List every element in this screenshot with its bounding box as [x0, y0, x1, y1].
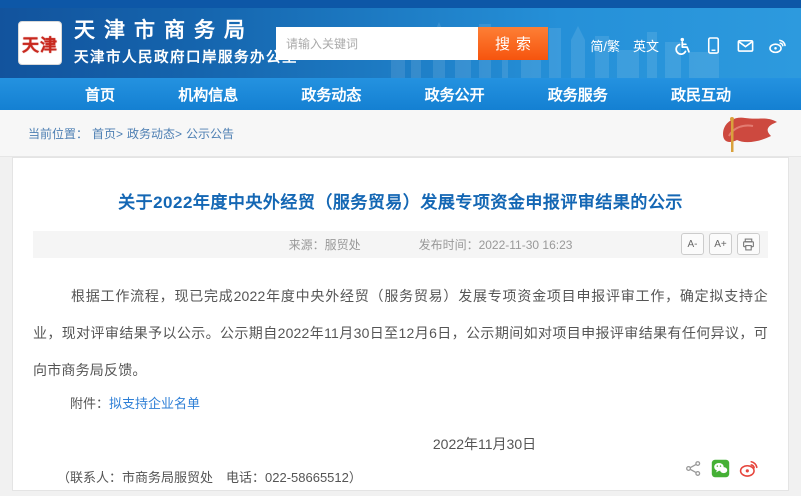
breadcrumb-current: 公示公告 [186, 125, 234, 142]
main-nav: 首页 机构信息 政务动态 政务公开 政务服务 政民互动 [0, 78, 801, 110]
agency-subtitle: 天津市人民政府口岸服务办公室 [74, 46, 298, 67]
top-strip [0, 0, 801, 8]
weibo-icon[interactable] [768, 36, 787, 55]
mobile-icon[interactable] [704, 36, 723, 55]
article-card: 关于2022年度中央外经贸（服务贸易）发展专项资金申报评审结果的公示 来源：服贸… [12, 157, 789, 491]
article-source: 来源：服贸处 [289, 236, 361, 253]
share-bar [685, 459, 758, 478]
attachment-link[interactable]: 拟支持企业名单 [109, 396, 200, 411]
share-icon[interactable] [685, 460, 702, 477]
wechat-share-icon[interactable] [711, 459, 730, 478]
article-body-text: 根据工作流程，现已完成2022年度中央外经贸（服务贸易）发展专项资金项目申报评审… [33, 278, 768, 389]
print-button[interactable] [737, 233, 760, 255]
nav-item-gov-service[interactable]: 政务服务 [548, 84, 608, 105]
article-tools: A- A+ [681, 233, 760, 255]
print-icon [742, 238, 755, 251]
nav-item-org-info[interactable]: 机构信息 [178, 84, 238, 105]
search-input[interactable] [276, 27, 478, 60]
attachment-label: 附件： [70, 396, 109, 411]
agency-name: 天津市商务局 [74, 19, 298, 43]
font-decrease-button[interactable]: A- [681, 233, 704, 255]
agency-seal-logo: 天津 [18, 21, 62, 65]
article-date: 2022年11月30日 [33, 434, 768, 454]
breadcrumb-home[interactable]: 首页> [92, 125, 123, 142]
attachment-line: 附件：拟支持企业名单 [70, 393, 768, 412]
weibo-share-icon[interactable] [739, 459, 758, 478]
header-utilities: 简/繁 英文 [590, 36, 787, 55]
mail-icon[interactable] [736, 36, 755, 55]
breadcrumb-section[interactable]: 政务动态> [127, 125, 182, 142]
nav-item-home[interactable]: 首页 [85, 84, 115, 105]
lang-toggle-english[interactable]: 英文 [633, 36, 659, 55]
nav-item-interaction[interactable]: 政民互动 [671, 84, 731, 105]
site-header: 天津 天津市商务局 天津市人民政府口岸服务办公室 搜索 简/繁 英文 [0, 8, 801, 78]
search-bar: 搜索 [276, 27, 548, 60]
nav-item-gov-open[interactable]: 政务公开 [425, 84, 485, 105]
search-button[interactable]: 搜索 [478, 27, 548, 60]
accessibility-icon[interactable] [672, 36, 691, 55]
article-title: 关于2022年度中央外经贸（服务贸易）发展专项资金申报评审结果的公示 [33, 188, 768, 213]
article-meta-bar: 来源：服贸处 发布时间：2022-11-30 16:23 A- A+ [33, 231, 768, 258]
nav-item-gov-news[interactable]: 政务动态 [301, 84, 361, 105]
breadcrumb-prefix: 当前位置： [28, 125, 88, 142]
page-body: 关于2022年度中央外经贸（服务贸易）发展专项资金申报评审结果的公示 来源：服贸… [0, 157, 801, 491]
article-contact: （联系人：市商务局服贸处 电话：022-58665512） [57, 467, 768, 486]
font-increase-button[interactable]: A+ [709, 233, 732, 255]
breadcrumb: 当前位置： 首页> 政务动态> 公示公告 [0, 110, 801, 157]
article-publish-time: 发布时间：2022-11-30 16:23 [419, 236, 573, 253]
lang-toggle-simplified[interactable]: 简/繁 [590, 36, 620, 55]
agency-names: 天津市商务局 天津市人民政府口岸服务办公室 [74, 19, 298, 67]
red-flag-icon [693, 112, 779, 156]
